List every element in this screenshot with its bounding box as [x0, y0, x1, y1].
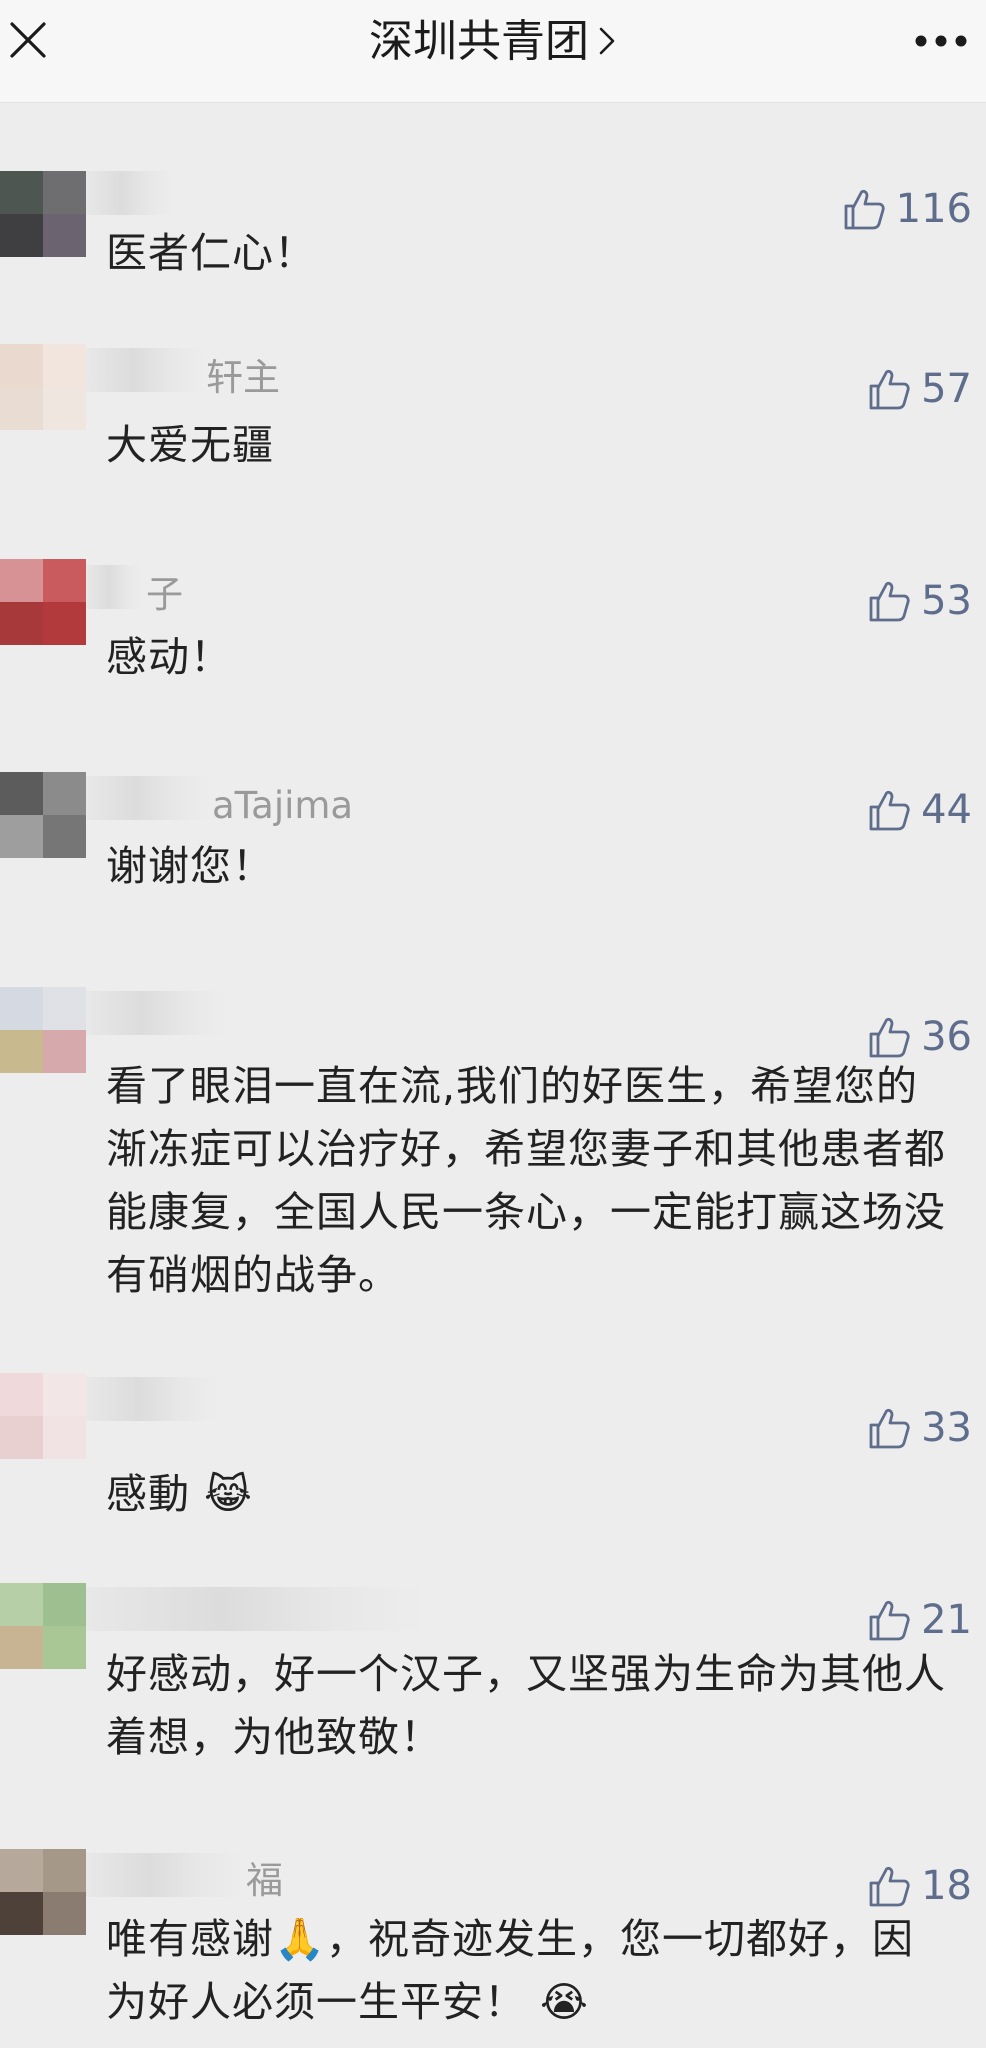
- like-count: 33: [921, 1405, 972, 1451]
- nickname-blur: [86, 1853, 244, 1897]
- thumbs-up-icon: [869, 1017, 910, 1058]
- comment-text: 感动！: [106, 633, 232, 681]
- like-button[interactable]: 33: [867, 1403, 972, 1453]
- comment-text: 谢谢您！: [106, 842, 274, 890]
- avatar[interactable]: [0, 987, 86, 1073]
- avatar[interactable]: [0, 1849, 86, 1935]
- nickname: aTajima: [212, 784, 354, 827]
- thumbs-up-icon: [869, 1408, 910, 1449]
- nickname-blur: [86, 171, 174, 215]
- thumbs-up-icon: [869, 581, 910, 622]
- nickname: 子: [146, 573, 183, 616]
- chevron-right-icon: [599, 27, 615, 55]
- like-count: 53: [921, 578, 972, 624]
- like-button[interactable]: 53: [867, 576, 972, 626]
- like-button[interactable]: 44: [867, 785, 972, 835]
- like-count: 21: [921, 1597, 972, 1643]
- like-button[interactable]: 57: [867, 364, 972, 414]
- like-count: 18: [921, 1863, 972, 1909]
- top-nav-bar: 深圳共青团: [0, 0, 986, 103]
- nickname-blur: [86, 348, 204, 392]
- nickname-blur: [86, 1377, 218, 1421]
- thumbs-up-icon: [869, 369, 910, 410]
- comment-text: 大爱无疆: [106, 421, 274, 469]
- comment-text: 好感动，好一个汉子，又坚强为生命为其他人着想，为他致敬！: [106, 1650, 946, 1761]
- nickname-blur: [86, 1587, 426, 1631]
- avatar[interactable]: [0, 1373, 86, 1459]
- nickname: 福: [246, 1859, 283, 1902]
- page-title: 深圳共青团: [369, 16, 589, 67]
- avatar[interactable]: [0, 1583, 86, 1669]
- like-count: 36: [921, 1014, 972, 1060]
- comment-text: 唯有感谢🙏，祝奇迹发生，您一切都好，因为好人必须一生平安！ 😭: [106, 1915, 915, 2026]
- thumbs-up-icon: [869, 1600, 910, 1641]
- comment-text: 看了眼泪一直在流,我们的好医生，希望您的渐冻症可以治疗好，希望您妻子和其他患者都…: [106, 1062, 946, 1299]
- avatar[interactable]: [0, 171, 86, 257]
- avatar[interactable]: [0, 344, 86, 430]
- more-dots-icon[interactable]: [914, 34, 968, 48]
- nickname-blur: [86, 776, 210, 820]
- nickname-blur: [86, 991, 226, 1035]
- account-title-link[interactable]: 深圳共青团: [0, 16, 986, 68]
- comment-text: 感動 😹: [106, 1470, 253, 1518]
- like-count: 57: [921, 366, 972, 412]
- avatar[interactable]: [0, 772, 86, 858]
- like-count: 44: [921, 787, 972, 833]
- thumbs-up-icon: [869, 1866, 910, 1907]
- like-button[interactable]: 21: [867, 1595, 972, 1645]
- comment-text: 医者仁心！: [106, 229, 316, 277]
- nickname: 轩主: [206, 356, 280, 399]
- like-button[interactable]: 18: [867, 1861, 972, 1911]
- nickname-blur: [86, 565, 142, 609]
- avatar[interactable]: [0, 559, 86, 645]
- thumbs-up-icon: [869, 790, 910, 831]
